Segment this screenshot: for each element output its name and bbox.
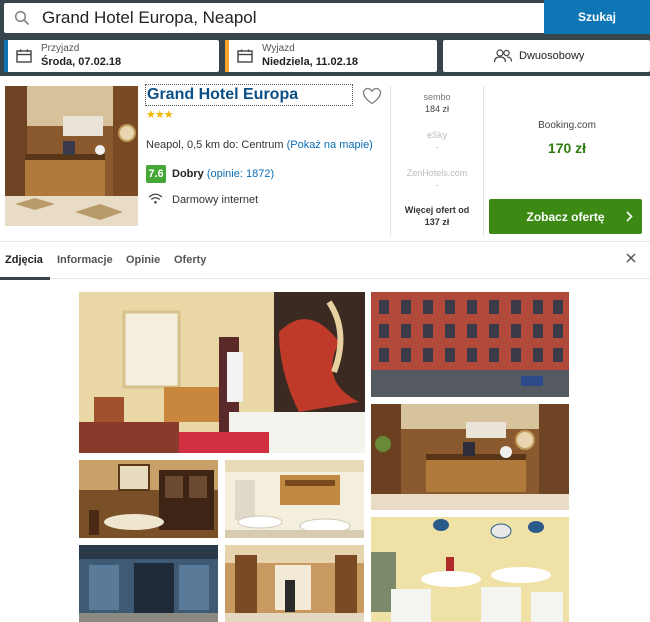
location-text: Neapol, 0,5 km do: Centrum — [146, 139, 284, 151]
rating-label: Dobry — [172, 168, 204, 180]
partner-price: - — [435, 180, 439, 190]
gallery-photo[interactable] — [371, 292, 569, 397]
gallery-photo[interactable] — [225, 545, 364, 622]
reviews-link[interactable]: (opinie: 1872) — [207, 168, 274, 180]
checkout-date-field[interactable]: Wyjazd Niedziela, 11.02.18 — [225, 40, 437, 72]
tab-photos[interactable]: Zdjęcia — [5, 254, 43, 266]
checkin-date-field[interactable]: Przyjazd Środa, 07.02.18 — [4, 40, 219, 72]
tab-reviews[interactable]: Opinie — [126, 254, 160, 266]
best-deal-site: Booking.com — [538, 120, 596, 131]
gallery-photo[interactable] — [79, 460, 218, 538]
tab-info[interactable]: Informacje — [57, 254, 113, 266]
amenity-wifi-label: Darmowy internet — [172, 194, 259, 206]
hotel-main-photo[interactable] — [5, 86, 138, 226]
view-offer-label: Zobacz ofertę — [526, 209, 605, 224]
more-offers-label: Więcej ofert od — [404, 205, 470, 215]
tab-offers[interactable]: Oferty — [174, 254, 206, 266]
search-input[interactable]: Grand Hotel Europa, Neapol — [4, 3, 544, 33]
search-header: Grand Hotel Europa, Neapol Szukaj Przyja… — [0, 0, 650, 76]
checkin-value: Środa, 07.02.18 — [41, 56, 122, 68]
hotel-location: Neapol, 0,5 km do: Centrum (Pokaż na map… — [146, 139, 373, 151]
checkout-value: Niedziela, 11.02.18 — [262, 56, 359, 68]
checkin-label: Przyjazd — [41, 43, 80, 54]
active-tab-indicator — [0, 277, 50, 280]
detail-tabs: Zdjęcia Informacje Opinie Oferty — [0, 241, 650, 280]
partner-name: eSky — [426, 130, 447, 140]
gallery-photo[interactable] — [371, 404, 569, 510]
partner-offer[interactable]: sembo 184 zł — [392, 92, 482, 130]
hotel-stars: ★★★ — [146, 109, 174, 121]
chevron-right-icon — [626, 211, 633, 222]
divider — [390, 86, 391, 236]
gallery-photo[interactable] — [79, 545, 218, 622]
search-icon — [14, 10, 30, 26]
partner-name: ZenHotels.com — [406, 168, 468, 178]
best-deal-price: 170 zł — [547, 140, 587, 156]
people-icon — [493, 49, 513, 63]
best-deal: Booking.com 170 zł — [484, 120, 650, 156]
calendar-icon — [16, 49, 32, 63]
partner-name: sembo — [423, 92, 451, 102]
search-button[interactable]: Szukaj — [544, 0, 650, 34]
hotel-name-link[interactable]: Grand Hotel Europa — [145, 84, 353, 106]
rating-summary: Dobry (opinie: 1872) — [172, 168, 274, 180]
view-offer-button[interactable]: Zobacz ofertę — [489, 199, 642, 234]
show-on-map-link[interactable]: (Pokaż na mapie) — [287, 139, 373, 151]
hotel-result-card: Grand Hotel Europa ★★★ Neapol, 0,5 km do… — [0, 80, 650, 241]
more-offers-price: 137 zł — [424, 217, 450, 227]
divider — [483, 86, 484, 236]
partner-offer[interactable]: ZenHotels.com - — [392, 168, 482, 206]
gallery-photo[interactable] — [79, 292, 365, 453]
heart-icon[interactable] — [362, 87, 382, 105]
more-offers-link[interactable]: Więcej ofert od 137 zł — [392, 204, 482, 228]
wifi-icon — [148, 193, 163, 204]
room-type-selector[interactable]: Dwuosobowy — [443, 40, 650, 72]
checkout-accent — [225, 40, 229, 72]
partner-price: - — [435, 142, 439, 152]
rating-score-badge: 7.6 — [146, 165, 166, 183]
partner-offer[interactable]: eSky - — [392, 130, 482, 168]
checkout-label: Wyjazd — [262, 43, 295, 54]
partner-offers-list: sembo 184 zł eSky - ZenHotels.com - — [392, 92, 482, 206]
calendar-icon — [237, 49, 253, 63]
gallery-photo[interactable] — [371, 517, 569, 622]
checkin-accent — [4, 40, 8, 72]
partner-price: 184 zł — [424, 104, 450, 114]
close-icon[interactable] — [626, 253, 636, 263]
search-query[interactable]: Grand Hotel Europa, Neapol — [42, 8, 257, 28]
gallery-photo[interactable] — [225, 460, 364, 538]
room-type-label: Dwuosobowy — [519, 50, 585, 62]
